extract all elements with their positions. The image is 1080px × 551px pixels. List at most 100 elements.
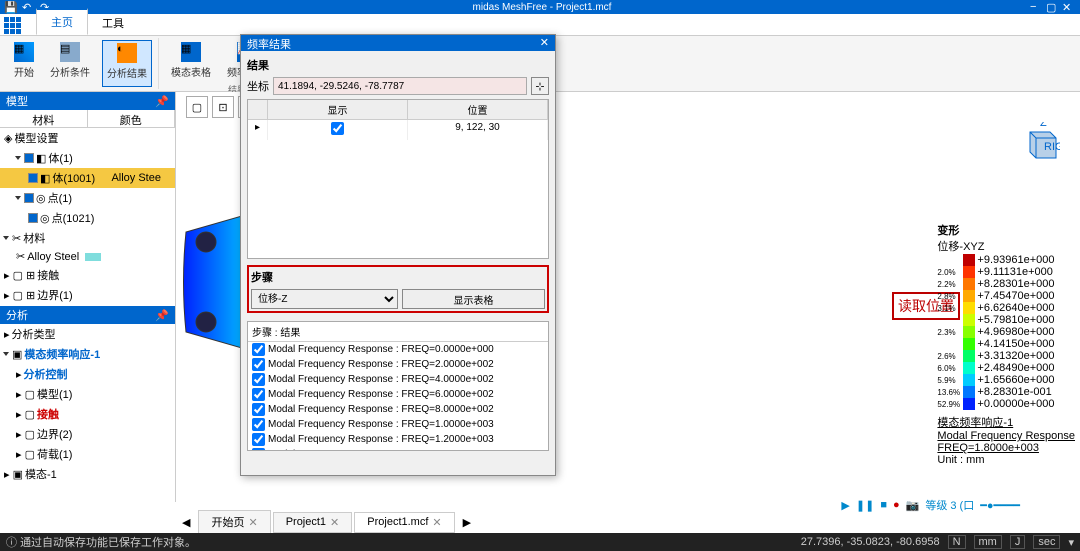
legend-item: 2.2%+8.28301e+000 bbox=[937, 278, 1075, 290]
legend-item: 2.8%+7.45470e+000 bbox=[937, 290, 1075, 302]
tab-color[interactable]: 颜色 bbox=[88, 110, 176, 127]
left-panel: 模型📌 材料颜色 ◈ 模型设置 ◧ 体(1) ◧ 体(1001) Alloy S… bbox=[0, 92, 176, 502]
legend-item: +9.93961e+000 bbox=[937, 254, 1075, 266]
step-item[interactable]: Modal Frequency Response : FREQ=0.0000e+… bbox=[248, 342, 548, 357]
legend-item: 3.1%+6.62640e+000 bbox=[937, 302, 1075, 314]
tree-point[interactable]: ◎ 点(1) bbox=[0, 188, 175, 208]
legend-item: 52.9%+0.00000e+000 bbox=[937, 398, 1075, 410]
vt-select-icon[interactable]: ▢ bbox=[186, 96, 208, 118]
status-unit-n[interactable]: N bbox=[948, 535, 966, 549]
tree-boundary[interactable]: ▸ ▢ ⊞ 边界(1) bbox=[0, 285, 175, 305]
result-table[interactable]: 显示位置 ▸9, 122, 30 bbox=[247, 99, 549, 259]
tree-model-settings[interactable]: ◈ 模型设置 bbox=[0, 128, 175, 148]
status-coords: 27.7396, -35.0823, -80.6958 bbox=[801, 536, 940, 548]
legend-item: 2.0%+9.11131e+000 bbox=[937, 266, 1075, 278]
show-table-button[interactable]: 显示表格 bbox=[402, 289, 545, 309]
tab-prev-icon[interactable]: ◀ bbox=[176, 516, 196, 529]
ribbon-tabs: 主页 工具 bbox=[0, 14, 1080, 36]
step-item[interactable]: Modal Frequency Response : FREQ=1.2000e+… bbox=[248, 432, 548, 447]
legend-item: +4.14150e+000 bbox=[937, 338, 1075, 350]
camera-icon[interactable]: 📷 bbox=[906, 499, 920, 512]
legend: 变形 位移-XYZ +9.93961e+0002.0%+9.11131e+000… bbox=[937, 222, 1075, 466]
svg-text:Z: Z bbox=[1040, 122, 1047, 129]
step-list[interactable]: 步骤 : 结果 Modal Frequency Response : FREQ=… bbox=[247, 321, 549, 451]
step-item[interactable]: Modal Frequency Response : FREQ=2.0000e+… bbox=[248, 357, 548, 372]
close-icon[interactable]: ✕ bbox=[1062, 1, 1076, 13]
tab-close-icon[interactable]: ✕ bbox=[330, 516, 339, 529]
legend-item: +5.79810e+000 bbox=[937, 314, 1075, 326]
tree-analysis-ctrl[interactable]: ▸ 分析控制 bbox=[0, 364, 175, 384]
tree-contact-node[interactable]: ▸ ▢ 接触 bbox=[0, 404, 175, 424]
record-icon[interactable]: ● bbox=[893, 499, 900, 511]
tree-contact[interactable]: ▸ ▢ ⊞ 接触 bbox=[0, 265, 175, 285]
legend-item: 5.9%+1.65660e+000 bbox=[937, 374, 1075, 386]
app-title: midas MeshFree - Project1.mcf bbox=[54, 2, 1030, 13]
tab-project1[interactable]: Project1✕ bbox=[273, 512, 353, 533]
statusbar: ⓘ 通过自动保存功能已保存工作对象。 27.7396, -35.0823, -8… bbox=[0, 533, 1080, 551]
tab-main[interactable]: 主页 bbox=[36, 8, 88, 35]
legend-item: 2.6%+3.31320e+000 bbox=[937, 350, 1075, 362]
tab-material[interactable]: 材料 bbox=[0, 110, 88, 127]
tree-body[interactable]: ◧ 体(1) bbox=[0, 148, 175, 168]
status-unit-mm[interactable]: mm bbox=[974, 535, 1002, 549]
dialog-close-icon[interactable]: ✕ bbox=[540, 36, 549, 50]
tree-modal-freq[interactable]: ▣ 模态频率响应-1 bbox=[0, 344, 175, 364]
legend-item: 6.0%+2.48490e+000 bbox=[937, 362, 1075, 374]
legend-item: 2.3%+4.96980e+000 bbox=[937, 326, 1075, 338]
step-item[interactable]: Modal Frequency Response : FREQ=1.4000e+… bbox=[248, 447, 548, 451]
minimize-icon[interactable]: − bbox=[1030, 1, 1044, 13]
row-show-checkbox[interactable] bbox=[331, 122, 344, 135]
ribbon-modal-table[interactable]: ▦模态表格 bbox=[167, 40, 215, 81]
legend-item: 13.6%+8.28301e-001 bbox=[937, 386, 1075, 398]
playback-controls: ▶ ❚❚ ■ ● 📷 等级 3 (口 ━●━━━━ bbox=[841, 497, 1020, 513]
tree-modal[interactable]: ▸ ▣ 模态-1 bbox=[0, 464, 175, 484]
tree-analysis-type[interactable]: ▸ 分析类型 bbox=[0, 324, 175, 344]
slider-icon[interactable]: ━●━━━━ bbox=[980, 499, 1020, 512]
axis-cube[interactable]: Z RIGHT bbox=[1020, 122, 1060, 162]
titlebar: 💾 ↶ ↷ midas MeshFree - Project1.mcf − ▢ … bbox=[0, 0, 1080, 14]
maximize-icon[interactable]: ▢ bbox=[1046, 1, 1060, 13]
undo-icon[interactable]: ↶ bbox=[22, 1, 36, 13]
tab-tools[interactable]: 工具 bbox=[88, 11, 138, 35]
vt-box-icon[interactable]: ⊡ bbox=[212, 96, 234, 118]
tab-start-page[interactable]: 开始页✕ bbox=[198, 510, 270, 534]
tree-model-node[interactable]: ▸ ▢ 模型(1) bbox=[0, 384, 175, 404]
step-item[interactable]: Modal Frequency Response : FREQ=6.0000e+… bbox=[248, 387, 548, 402]
pause-icon[interactable]: ❚❚ bbox=[856, 499, 874, 512]
status-menu-icon[interactable]: ▾ bbox=[1068, 536, 1074, 549]
save-icon[interactable]: 💾 bbox=[4, 1, 18, 13]
panel-pin-icon[interactable]: 📌 bbox=[155, 309, 169, 322]
bottom-tabs: ◀ 开始页✕ Project1✕ Project1.mcf✕ ▶ bbox=[176, 511, 477, 533]
dialog-title: 频率结果 bbox=[247, 36, 291, 50]
tree-boundary-node[interactable]: ▸ ▢ 边界(2) bbox=[0, 424, 175, 444]
tree-load-node[interactable]: ▸ ▢ 荷载(1) bbox=[0, 444, 175, 464]
ribbon-start[interactable]: ▦开始 bbox=[10, 40, 38, 87]
tab-close-icon[interactable]: ✕ bbox=[248, 516, 257, 529]
ribbon-analysis-cond[interactable]: ▤分析条件 bbox=[46, 40, 94, 87]
ribbon-analysis-result[interactable]: ◐分析结果 bbox=[102, 40, 152, 87]
step-item[interactable]: Modal Frequency Response : FREQ=8.0000e+… bbox=[248, 402, 548, 417]
step-select[interactable]: 位移-Z bbox=[251, 289, 398, 309]
app-icon[interactable] bbox=[4, 15, 28, 35]
coord-input[interactable] bbox=[273, 77, 527, 95]
tab-close-icon[interactable]: ✕ bbox=[432, 516, 441, 529]
step-item[interactable]: Modal Frequency Response : FREQ=4.0000e+… bbox=[248, 372, 548, 387]
svg-text:RIGHT: RIGHT bbox=[1044, 141, 1060, 153]
status-info-icon: ⓘ bbox=[6, 537, 17, 549]
status-unit-sec[interactable]: sec bbox=[1033, 535, 1060, 549]
freq-result-dialog: 频率结果✕ 结果 坐标 ⊹ 显示位置 ▸9, 122, 30 步骤 位移-Z 显… bbox=[240, 34, 556, 476]
tree-point-item[interactable]: ◎ 点(1021) bbox=[0, 208, 175, 228]
play-icon[interactable]: ▶ bbox=[841, 499, 849, 512]
tree-mat-item[interactable]: ✂ Alloy Steel bbox=[0, 248, 175, 265]
coord-pick-icon[interactable]: ⊹ bbox=[531, 77, 549, 95]
model-panel-header: 模型📌 bbox=[0, 92, 175, 110]
analysis-panel-header: 分析📌 bbox=[0, 306, 175, 324]
panel-pin-icon[interactable]: 📌 bbox=[155, 95, 169, 108]
status-unit-j[interactable]: J bbox=[1010, 535, 1026, 549]
tree-body-item[interactable]: ◧ 体(1001) Alloy Stee bbox=[0, 168, 175, 188]
tree-material[interactable]: ✂ 材料 bbox=[0, 228, 175, 248]
stop-icon[interactable]: ■ bbox=[880, 499, 887, 511]
tab-next-icon[interactable]: ▶ bbox=[457, 516, 477, 529]
tab-project1-mcf[interactable]: Project1.mcf✕ bbox=[354, 512, 454, 533]
step-item[interactable]: Modal Frequency Response : FREQ=1.0000e+… bbox=[248, 417, 548, 432]
